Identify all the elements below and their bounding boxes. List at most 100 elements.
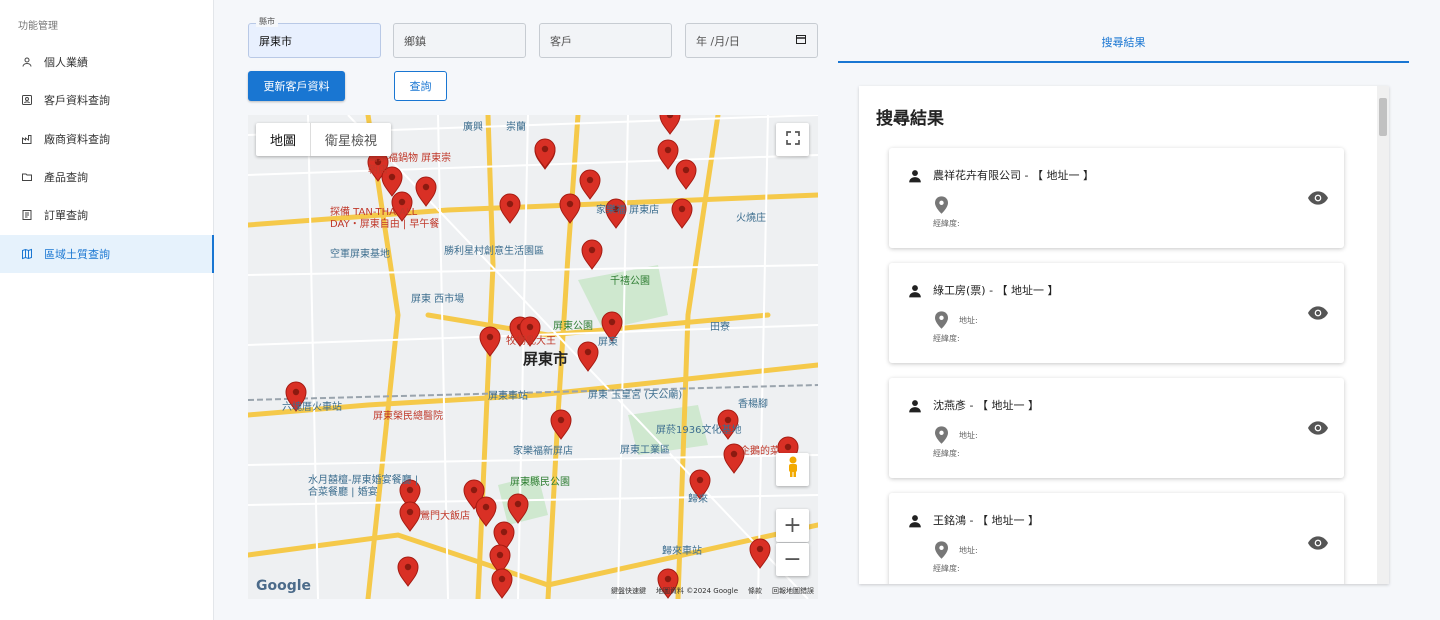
map-marker-dot (404, 563, 412, 571)
map-label-industrial: 屏東工業區 (620, 445, 670, 456)
map-label-yinghua: 鶯門大飯店 (420, 511, 470, 522)
map-label-wanjia: 萬家福鍋物 屏東崇朝店 (368, 153, 452, 176)
view-eye-icon[interactable] (1308, 535, 1328, 554)
map-marker-dot (566, 200, 574, 208)
map-label-carrefour-new: 家樂福新屏店 (513, 446, 573, 457)
location-pin-icon (935, 541, 948, 563)
scroll-thumb[interactable] (1379, 98, 1387, 136)
map-marker-dot (696, 476, 704, 484)
map-label-guilai-station: 歸來車站 (662, 546, 702, 557)
map-marker-dot (526, 323, 534, 331)
zoom-in-button[interactable]: + (776, 509, 809, 542)
map-marker-dot (406, 508, 414, 516)
map-marker-dot (541, 145, 549, 153)
user-icon (908, 168, 922, 187)
map-marker-dot (496, 551, 504, 559)
county-value: 屏東市 (259, 34, 292, 48)
map-marker-dot (500, 528, 508, 536)
map-label-market: 屏東 西市場 (411, 294, 465, 305)
result-card[interactable]: 農祥花卉有限公司 - 【 地址一 】 經緯度: (889, 148, 1344, 248)
sidebar-item-personal-performance[interactable]: 個人業績 (0, 43, 214, 81)
sidebar-item-vendor-query[interactable]: 廠商資料查詢 (0, 120, 214, 158)
map-marker-dot (584, 348, 592, 356)
map-marker-dot (292, 388, 300, 396)
map-label-yuhuang: 屏東 玉皇宮 (天公廟) (588, 390, 683, 401)
map-marker-dot (664, 146, 672, 154)
map-type-toggle: 地圖 衛星檢視 (256, 123, 392, 156)
zoom-out-button[interactable]: − (776, 543, 809, 576)
map-icon (20, 247, 34, 261)
map-label-city: 屏東市 (523, 350, 569, 368)
map-tab-map[interactable]: 地圖 (256, 123, 310, 156)
date-placeholder: 年 /月/日 (696, 34, 740, 48)
person-icon (20, 55, 34, 69)
results-title: 搜尋結果 (876, 109, 944, 129)
sidebar-item-label: 廠商資料查詢 (44, 133, 110, 146)
location-pin-icon (935, 196, 948, 218)
map-tab-satellite[interactable]: 衛星檢視 (310, 123, 391, 156)
map-label-tianliao: 田寮 (710, 322, 730, 333)
map-label-county-park: 屏東縣民公園 (510, 477, 570, 488)
map-label-station: 屏東車站 (488, 391, 528, 402)
result-card[interactable]: 沈燕彥 - 【 地址一 】 地址: 經緯度: (889, 378, 1344, 478)
tab-label: 搜尋結果 (1101, 36, 1146, 49)
result-address: 地址: (959, 316, 978, 325)
calendar-icon[interactable] (795, 33, 807, 48)
result-coord: 經緯度: (933, 219, 960, 228)
map-footer: 鍵盤快速鍵 地圖資料 ©2024 Google 條款 回報地圖錯誤 (611, 586, 814, 596)
map-footer-report[interactable]: 回報地圖錯誤 (772, 586, 814, 596)
map-marker-dot (470, 486, 478, 494)
results-scrollbar[interactable] (1377, 86, 1389, 584)
map-marker-dot (586, 176, 594, 184)
sidebar-item-label: 產品查詢 (44, 171, 88, 184)
map-footer-terms[interactable]: 條款 (748, 586, 762, 596)
view-eye-icon[interactable] (1308, 305, 1328, 324)
map-marker-dot (678, 205, 686, 213)
query-button[interactable]: 查詢 (394, 71, 447, 101)
result-coord: 經緯度: (933, 334, 960, 343)
result-card[interactable]: 王銘鴻 - 【 地址一 】 地址: 經緯度: (889, 493, 1344, 584)
map-view[interactable]: 屏東市 屏東車站 屏東公園 屏東 西市場 屏東榮民總醫院 千禧公園 家樂福新屏店… (248, 115, 818, 599)
fullscreen-icon (785, 127, 801, 152)
map-label-kuangmao: 牧場乳大王 (506, 336, 556, 347)
map-marker-dot (756, 545, 764, 553)
map-marker-dot (506, 200, 514, 208)
document-icon (20, 208, 34, 222)
map-marker-dot (482, 503, 490, 511)
user-icon (908, 283, 922, 302)
tab-search-results[interactable]: 搜尋結果 (838, 23, 1409, 63)
map-label-huoshao: 火燒庄 (736, 213, 766, 224)
result-card[interactable]: 綠工房(票) - 【 地址一 】 地址: 經緯度: (889, 263, 1344, 363)
map-label-liukuai: 六塊厝火車站 (282, 402, 342, 413)
map-label-tanbei: 探備 TAN-THA ALL DAY・屏東自由 | 早午餐 (330, 207, 440, 230)
result-name: 王銘鴻 - 【 地址一 】 (933, 514, 1039, 527)
sidebar-item-soil-query[interactable]: 區域土質查詢 (0, 235, 214, 273)
map-label-qianxi-park: 千禧公園 (610, 276, 650, 287)
sidebar-item-label: 區域土質查詢 (44, 248, 110, 261)
result-name: 農祥花卉有限公司 - 【 地址一 】 (933, 169, 1094, 182)
customer-select[interactable]: 客戶 (539, 23, 672, 58)
sidebar-item-customer-query[interactable]: 客戶資料查詢 (0, 81, 214, 119)
map-label-base: 空軍屏東基地 (330, 249, 390, 260)
result-name: 沈燕彥 - 【 地址一 】 (933, 399, 1039, 412)
county-select[interactable]: 屏東市 (248, 23, 381, 58)
sidebar-item-order-query[interactable]: 訂單查詢 (0, 196, 214, 234)
contact-card-icon (20, 93, 34, 107)
map-label-xiangyang: 香楊腳 (738, 399, 768, 410)
map-footer-shortcuts[interactable]: 鍵盤快速鍵 (611, 586, 646, 596)
county-label: 縣市 (256, 16, 278, 27)
update-customer-button[interactable]: 更新客戶資料 (248, 71, 345, 101)
view-eye-icon[interactable] (1308, 190, 1328, 209)
sidebar-item-product-query[interactable]: 產品查詢 (0, 158, 214, 196)
sidebar-item-label: 個人業績 (44, 56, 88, 69)
sidebar-item-label: 客戶資料查詢 (44, 94, 110, 107)
street-view-button[interactable] (776, 453, 809, 486)
folder-icon (20, 170, 34, 184)
map-marker-dot (608, 318, 616, 326)
view-eye-icon[interactable] (1308, 420, 1328, 439)
township-select[interactable]: 鄉鎮 (393, 23, 526, 58)
fullscreen-button[interactable] (776, 123, 809, 156)
user-icon (908, 513, 922, 532)
date-input[interactable]: 年 /月/日 (685, 23, 818, 58)
map-label-park: 屏東公園 (553, 321, 593, 332)
